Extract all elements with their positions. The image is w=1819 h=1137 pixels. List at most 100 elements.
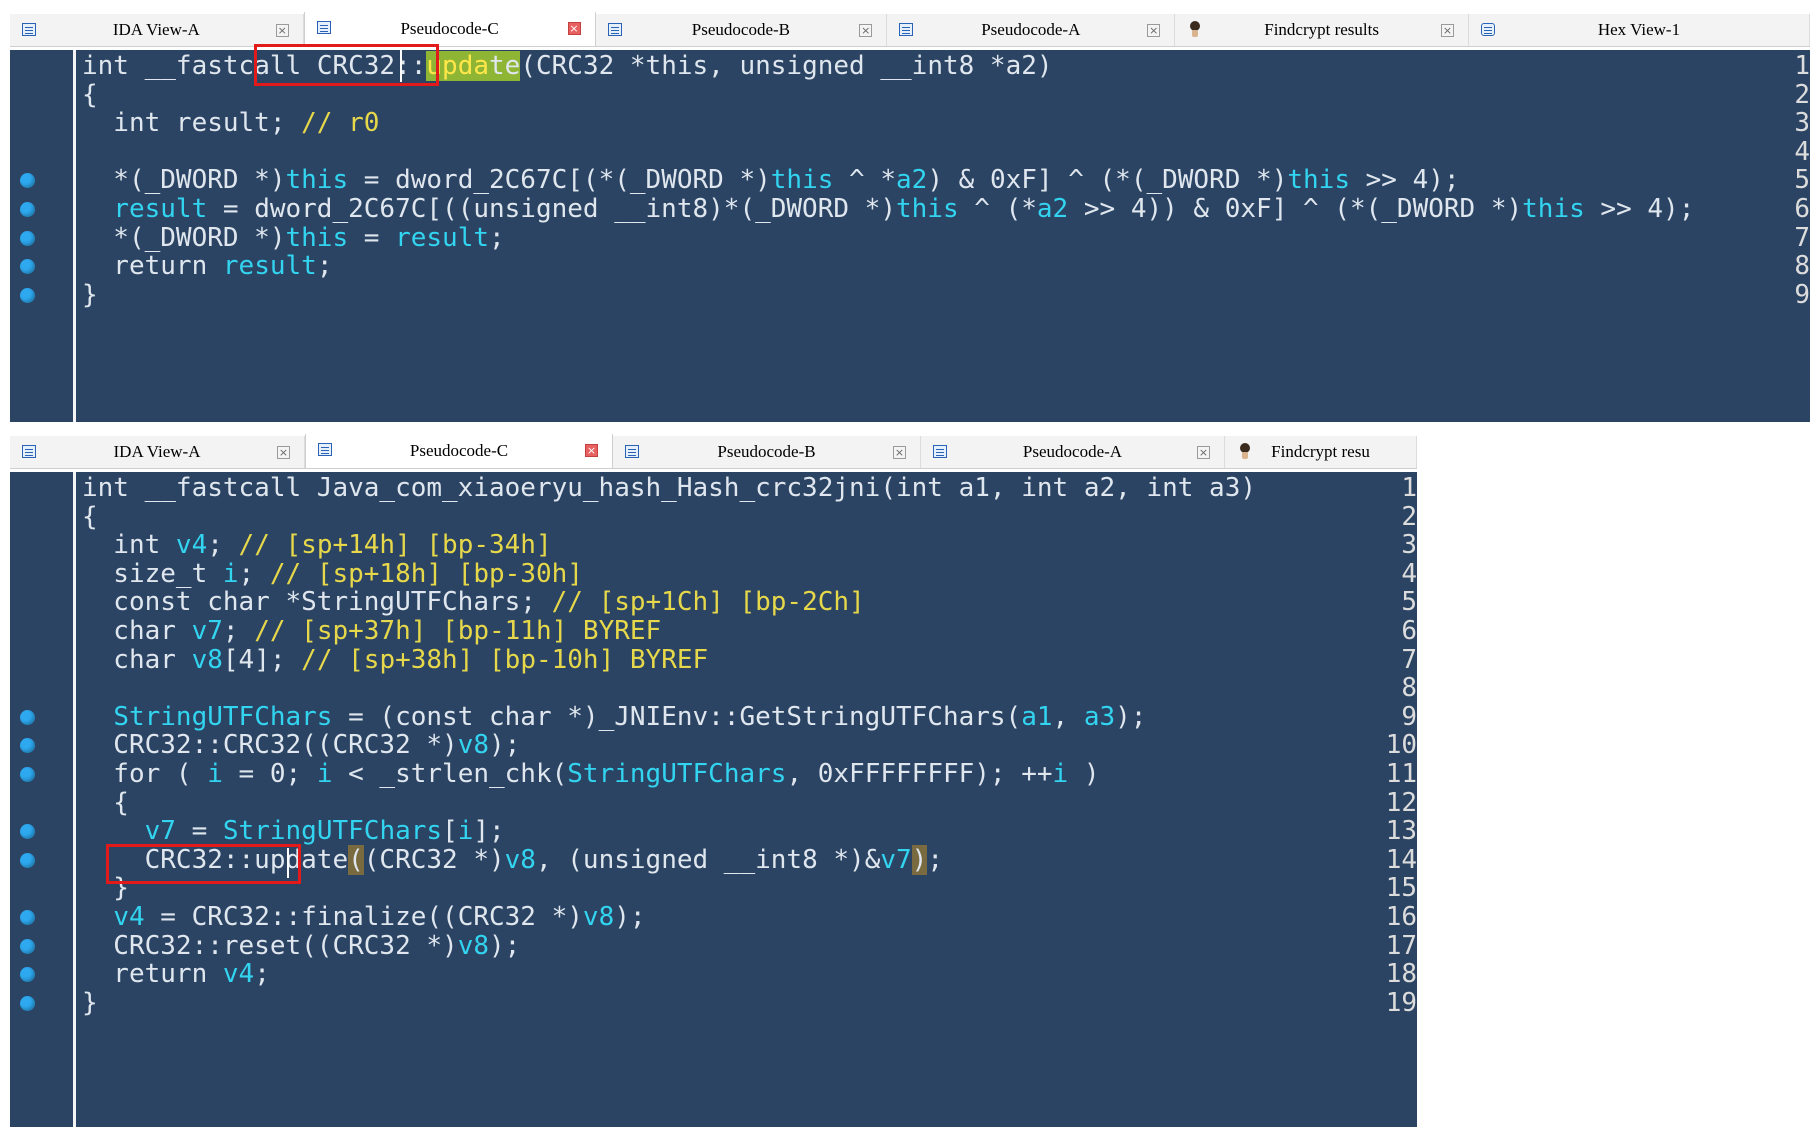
tab-label: Pseudocode-A: [981, 20, 1081, 39]
code-identifier: i: [1052, 759, 1069, 789]
code-token: (CRC32 *): [363, 844, 505, 875]
code-identifier: this: [1287, 165, 1350, 196]
top-ida-window: IDA View-A × Pseudocode-C × Pseudocode-B × Pse…: [10, 12, 1810, 422]
code-identifier: this: [895, 194, 959, 224]
code-identifier: v8: [504, 844, 536, 875]
top-tab-ida-view-a[interactable]: IDA View-A ×: [10, 14, 304, 46]
close-tab-icon[interactable]: ×: [859, 24, 873, 37]
code-token: = 0;: [222, 759, 317, 789]
breakpoint-marker-icon[interactable]: [20, 824, 35, 840]
bottom-tab-findcrypt-resu[interactable]: Findcrypt resu: [1225, 436, 1417, 468]
code-token: ;: [316, 251, 333, 282]
top-tab-findcrypt-results[interactable]: Findcrypt results ×: [1175, 14, 1469, 46]
top-tab-pseudocode-a[interactable]: Pseudocode-A ×: [887, 14, 1176, 46]
code-token: , 0xFFFFFFFF); ++: [786, 759, 1053, 789]
breakpoint-marker-icon[interactable]: [20, 767, 35, 782]
code-identifier: v4: [113, 902, 145, 932]
breakpoint-marker-icon[interactable]: [20, 995, 35, 1011]
code-identifier: StringUTFChars: [222, 816, 443, 847]
breakpoint-marker-icon[interactable]: [20, 910, 35, 925]
code-token: return: [82, 251, 223, 282]
code-comment: // r0: [301, 108, 380, 139]
code-identifier: i: [457, 816, 474, 847]
code-comment: // [sp+37h] [bp-11h] BYREF: [254, 616, 662, 646]
line-number: 9: [1794, 279, 1810, 310]
code-token: int __fastcall Java_com_xiaoeryu_hash_Ha…: [82, 473, 1256, 503]
code-token: [4];: [222, 644, 302, 675]
breakpoint-marker-icon[interactable]: [20, 173, 35, 189]
annotation-box-update-call: [106, 844, 301, 884]
breakpoint-marker-icon[interactable]: [20, 230, 35, 246]
code-token: int result;: [82, 108, 302, 139]
code-token: int: [82, 51, 129, 81]
code-token: *(_DWORD *): [82, 165, 286, 196]
code-token: >> 4)) & 0xF] ^ (*(_DWORD *): [1068, 194, 1523, 224]
breakpoint-marker-icon[interactable]: [20, 287, 35, 303]
code-token: *(_DWORD *): [82, 222, 286, 253]
breakpoint-marker-icon[interactable]: [20, 202, 35, 217]
code-comment: // [sp+14h] [bp-34h]: [238, 530, 552, 561]
breakpoint-marker-icon[interactable]: [20, 709, 35, 725]
close-tab-icon[interactable]: ×: [1197, 446, 1210, 459]
tab-label: Findcrypt results: [1264, 20, 1379, 39]
code-line[interactable]: 9}: [10, 279, 1810, 312]
code-token: ^ (*: [958, 194, 1037, 224]
bottom-tab-pseudocode-c[interactable]: Pseudocode-C ×: [305, 434, 613, 468]
top-tab-hex-view-1[interactable]: Hex View-1: [1469, 14, 1810, 46]
code-token: ;: [238, 558, 270, 589]
code-token: ];: [473, 816, 505, 847]
code-token: const char *StringUTFChars;: [82, 587, 552, 618]
code-token: char: [82, 616, 192, 646]
code-identifier: a2: [1036, 194, 1069, 224]
code-token: ^ *: [833, 165, 897, 196]
top-tab-bar: IDA View-A × Pseudocode-C × Pseudocode-B × Pse…: [10, 12, 1810, 47]
close-tab-icon[interactable]: ×: [1147, 24, 1161, 37]
breakpoint-marker-icon[interactable]: [20, 738, 35, 754]
code-identifier: this: [285, 222, 349, 253]
tab-label: IDA View-A: [113, 442, 201, 461]
code-token: size_t: [82, 558, 223, 589]
top-tab-pseudocode-b[interactable]: Pseudocode-B ×: [596, 14, 888, 46]
close-tab-icon[interactable]: ×: [1440, 24, 1454, 37]
code-token: for (: [82, 759, 208, 789]
close-tab-icon[interactable]: ×: [277, 446, 290, 459]
code-token: = CRC32::finalize((CRC32 *): [144, 902, 583, 932]
top-tab-pseudocode-c[interactable]: Pseudocode-C ×: [303, 12, 596, 46]
code-identifier: this: [285, 165, 349, 196]
obscured-strip: [10, 423, 1410, 435]
bottom-tab-pseudocode-b[interactable]: Pseudocode-B ×: [613, 436, 921, 468]
code-token: >> 4);: [1349, 165, 1460, 196]
code-line[interactable]: 19}: [10, 987, 1417, 1020]
close-tab-icon[interactable]: ×: [567, 22, 581, 35]
top-pseudocode-editor[interactable]: 1 int __fastcall CRC32::update(CRC32 *thi…: [10, 44, 1810, 422]
bottom-tab-pseudocode-a[interactable]: Pseudocode-A ×: [921, 436, 1225, 468]
breakpoint-marker-icon[interactable]: [20, 938, 35, 954]
code-identifier: v8: [457, 930, 489, 961]
tab-label: Hex View-1: [1597, 20, 1681, 39]
code-token: ;: [927, 844, 943, 875]
tab-label: Pseudocode-B: [691, 20, 790, 39]
tab-label: Pseudocode-A: [1022, 442, 1123, 461]
close-tab-icon[interactable]: ×: [585, 444, 598, 457]
code-identifier: i: [222, 558, 239, 589]
code-text: }: [82, 987, 98, 1018]
code-token: );: [489, 730, 521, 761]
code-token: ;: [222, 616, 255, 646]
code-identifier: a1: [1021, 701, 1053, 732]
close-tab-icon[interactable]: ×: [275, 24, 289, 37]
code-token: = dword_2C67C[(*(_DWORD *): [348, 165, 771, 196]
breakpoint-marker-icon[interactable]: [20, 852, 35, 868]
code-comment: // [sp+18h] [bp-30h]: [269, 558, 583, 589]
code-token: ): [1068, 759, 1100, 789]
breakpoint-marker-icon[interactable]: [20, 259, 35, 275]
highlighted-token: te: [489, 51, 521, 81]
breakpoint-marker-icon[interactable]: [20, 967, 35, 983]
bottom-tab-ida-view-a[interactable]: IDA View-A ×: [10, 436, 305, 468]
code-identifier: v7: [191, 616, 223, 646]
close-tab-icon[interactable]: ×: [893, 446, 906, 459]
code-token: ;: [207, 530, 239, 561]
bottom-pseudocode-editor[interactable]: 1 int __fastcall Java_com_xiaoeryu_hash_H…: [10, 472, 1417, 1127]
code-token: char: [82, 644, 192, 675]
